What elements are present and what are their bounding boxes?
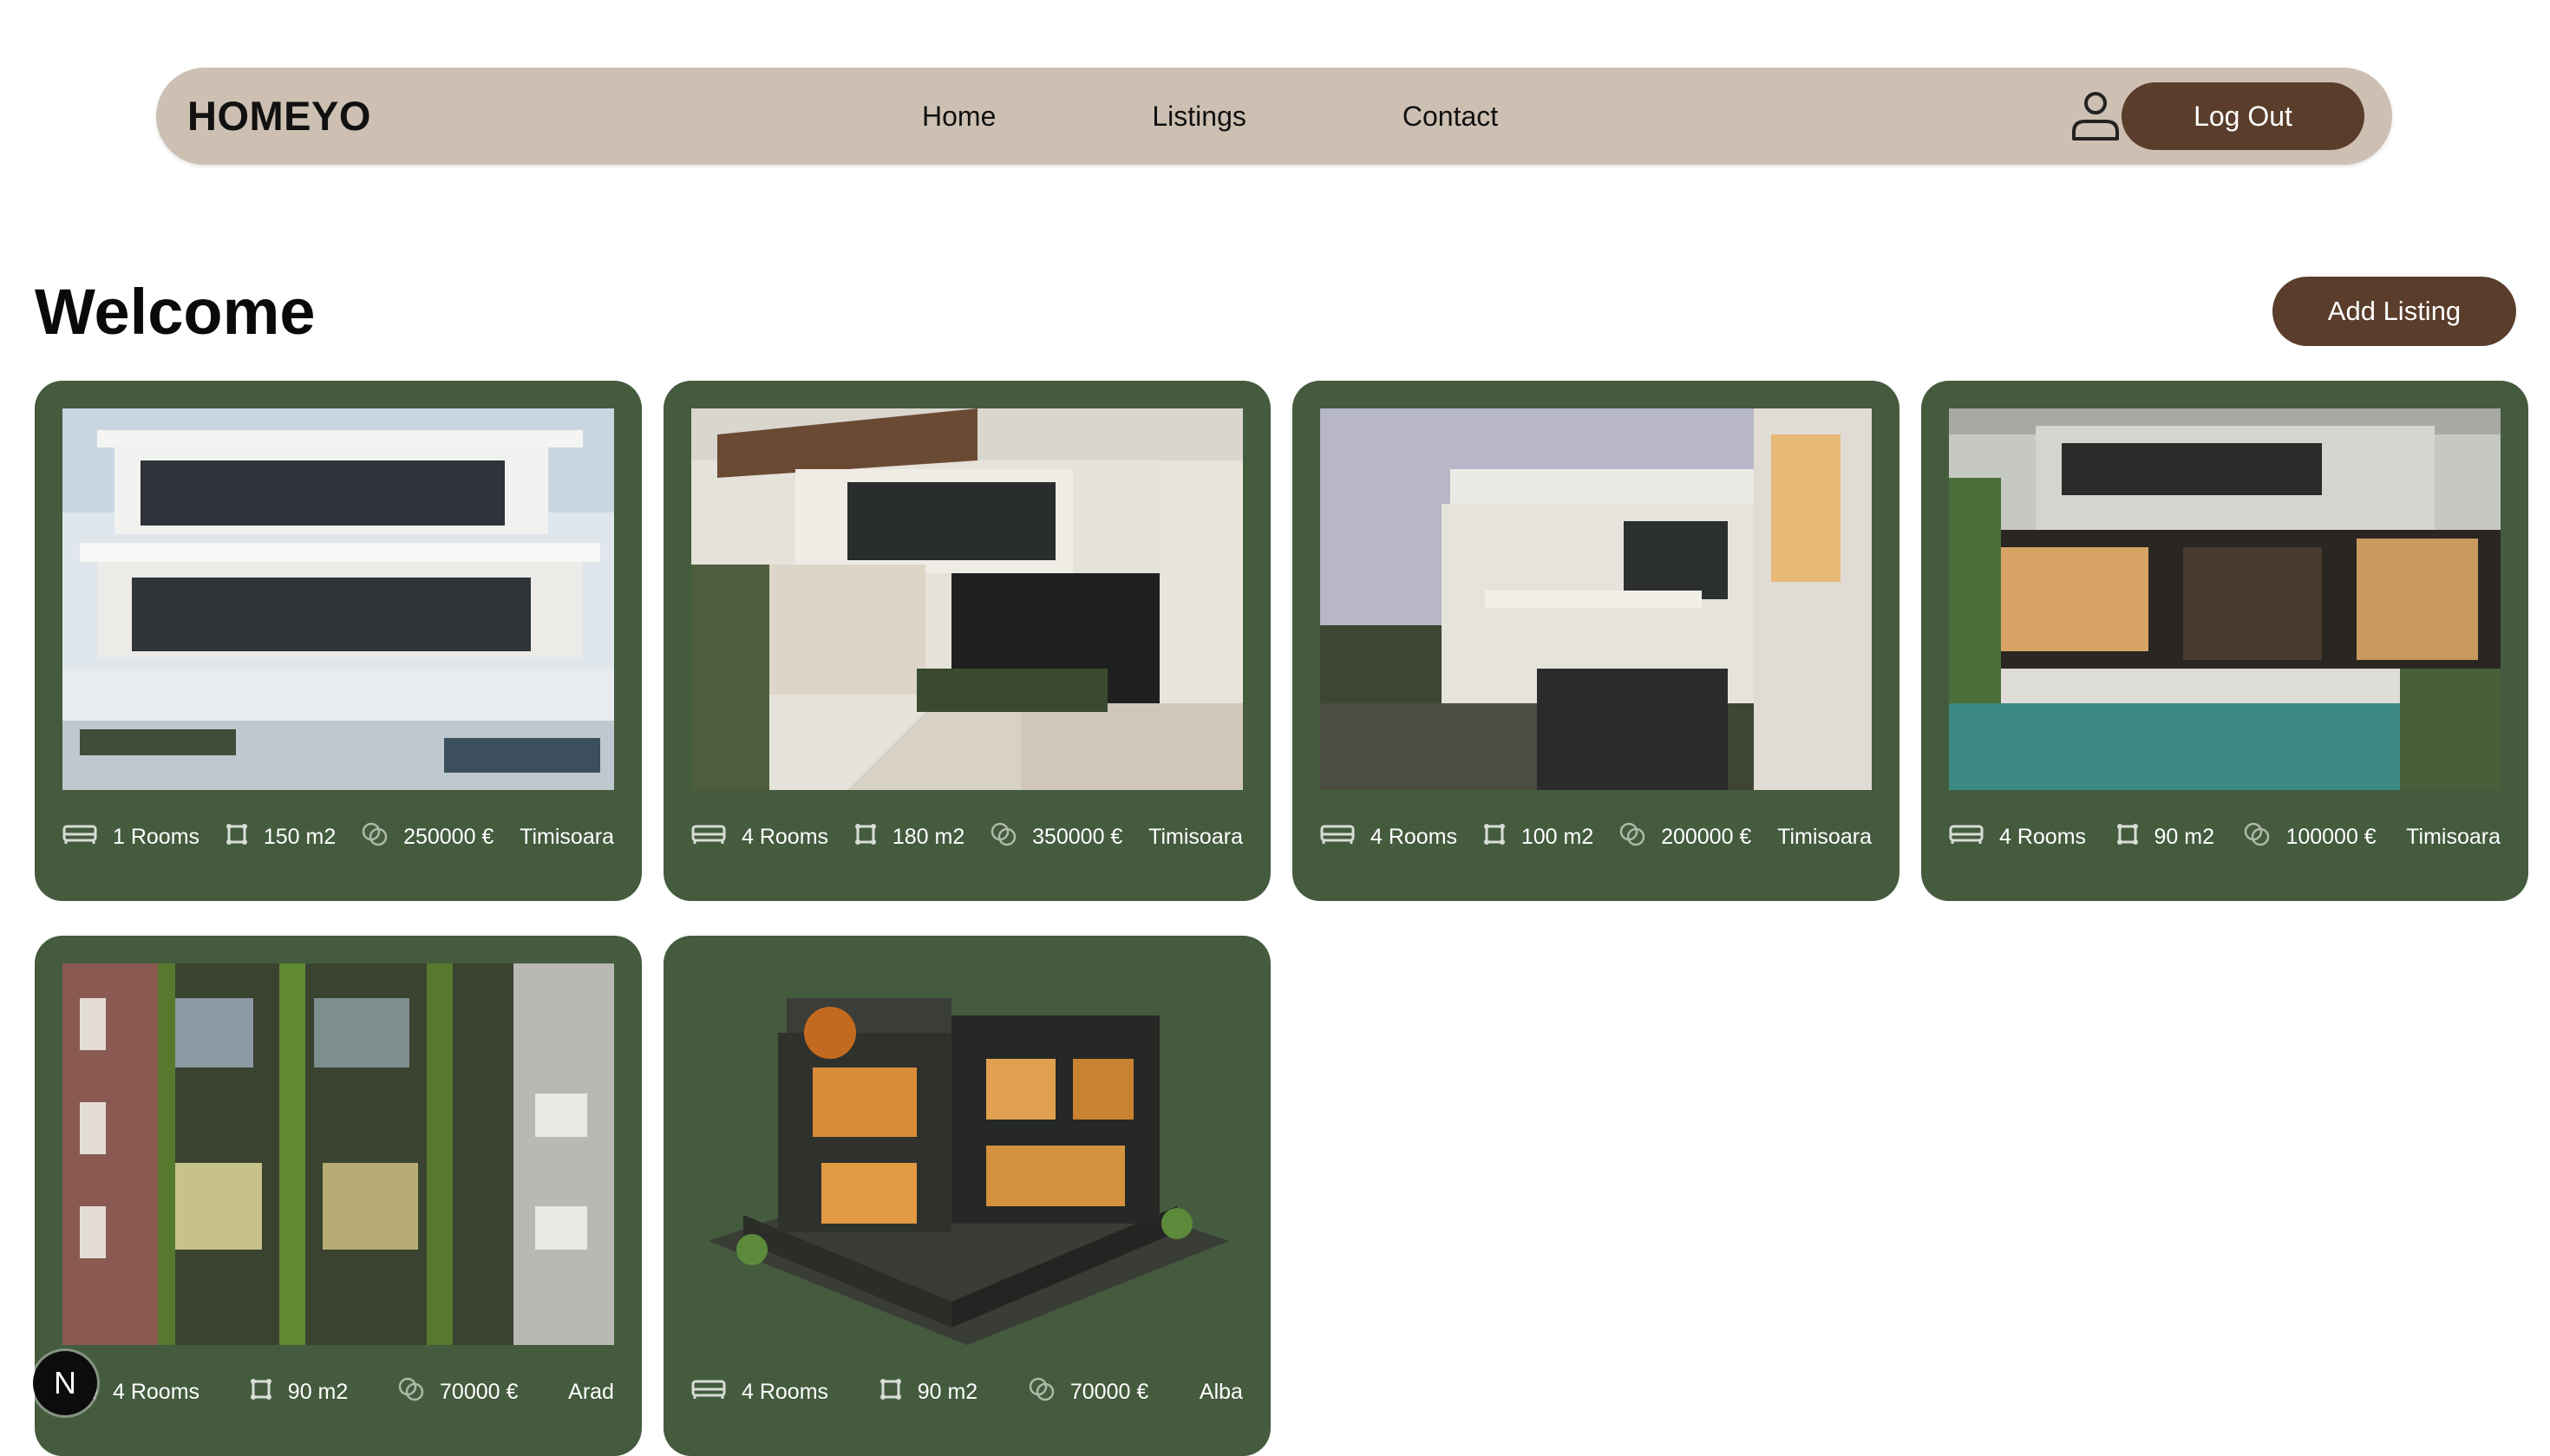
price-label: 100000 € <box>2285 824 2377 849</box>
listing-image <box>691 408 1243 790</box>
listing-image <box>1949 408 2501 790</box>
coins-icon <box>398 1377 424 1407</box>
listing-area: 150 m2 <box>226 823 336 852</box>
listing-card[interactable]: 4 Rooms 90 m2 70000 € Alba <box>664 936 1271 1456</box>
listing-card[interactable]: 4 Rooms 90 m2 70000 € Arad <box>35 936 642 1456</box>
bed-icon <box>691 824 726 851</box>
listing-card[interactable]: 4 Rooms 180 m2 350000 € Timisoara <box>664 381 1271 901</box>
nav-links: Home Listings Contact <box>922 68 1498 165</box>
listing-image <box>62 408 614 790</box>
listing-city: Timisoara <box>1148 824 1243 849</box>
listing-image <box>62 963 614 1345</box>
area-label: 100 m2 <box>1520 824 1594 849</box>
nav-link-listings[interactable]: Listings <box>1152 101 1246 133</box>
area-icon <box>854 823 877 852</box>
price-label: 70000 € <box>440 1379 519 1404</box>
listing-image <box>691 963 1243 1345</box>
logout-button[interactable]: Log Out <box>2122 82 2364 150</box>
area-icon <box>250 1378 272 1407</box>
listing-image <box>1320 408 1872 790</box>
area-icon <box>879 1378 902 1407</box>
rooms-label: 4 Rooms <box>742 1379 829 1404</box>
listing-rooms: 4 Rooms <box>691 824 828 851</box>
area-icon <box>226 823 248 852</box>
rooms-label: 1 Rooms <box>113 824 200 849</box>
coins-icon <box>1619 822 1645 852</box>
listing-price: 350000 € <box>991 822 1122 852</box>
rooms-label: 4 Rooms <box>1370 824 1458 849</box>
listing-rooms: 4 Rooms <box>691 1379 828 1406</box>
listing-price: 70000 € <box>1029 1377 1148 1407</box>
area-label: 180 m2 <box>892 824 965 849</box>
coins-icon <box>2244 822 2270 852</box>
listing-meta: 4 Rooms 100 m2 200000 € Timisoara <box>1320 790 1872 884</box>
nav-link-home[interactable]: Home <box>922 101 996 133</box>
coins-icon <box>362 822 388 852</box>
rooms-label: 4 Rooms <box>742 824 829 849</box>
area-icon <box>2116 823 2139 852</box>
area-label: 150 m2 <box>263 824 337 849</box>
listing-card[interactable]: 4 Rooms 100 m2 200000 € Timisoara <box>1292 381 1899 901</box>
listing-card[interactable]: 4 Rooms 90 m2 100000 € Timisoara <box>1921 381 2528 901</box>
listing-city: Timisoara <box>1777 824 1872 849</box>
listing-meta: 4 Rooms 180 m2 350000 € Timisoara <box>691 790 1243 884</box>
listing-rooms: 4 Rooms <box>1320 824 1457 851</box>
coins-icon <box>991 822 1017 852</box>
price-label: 70000 € <box>1069 1379 1149 1404</box>
coins-icon <box>1029 1377 1055 1407</box>
listing-rooms: 1 Rooms <box>62 824 199 851</box>
listing-price: 250000 € <box>362 822 494 852</box>
area-label: 90 m2 <box>2154 824 2214 849</box>
dev-tools-badge[interactable]: N <box>33 1351 97 1415</box>
price-label: 200000 € <box>1661 824 1752 849</box>
listing-meta: 4 Rooms 90 m2 70000 € Alba <box>691 1345 1243 1439</box>
user-icon[interactable] <box>2069 88 2122 144</box>
add-listing-button[interactable]: Add Listing <box>2272 277 2516 346</box>
bed-icon <box>1320 824 1355 851</box>
bed-icon <box>62 824 97 851</box>
listing-meta: 4 Rooms 90 m2 70000 € Arad <box>62 1345 614 1439</box>
listing-area: 100 m2 <box>1483 823 1593 852</box>
listing-city: Timisoara <box>520 824 614 849</box>
rooms-label: 4 Rooms <box>1999 824 2087 849</box>
navbar: HOMEYO Home Listings Contact Log Out <box>156 68 2392 165</box>
listing-area: 90 m2 <box>250 1378 348 1407</box>
area-label: 90 m2 <box>287 1379 349 1404</box>
brand-logo[interactable]: HOMEYO <box>187 68 371 165</box>
listing-meta: 4 Rooms 90 m2 100000 € Timisoara <box>1949 790 2501 884</box>
bed-icon <box>691 1379 726 1406</box>
page-title: Welcome <box>35 276 316 348</box>
rooms-label: 4 Rooms <box>113 1379 200 1404</box>
listing-area: 90 m2 <box>2116 823 2214 852</box>
listing-price: 200000 € <box>1619 822 1751 852</box>
area-icon <box>1483 823 1506 852</box>
area-label: 90 m2 <box>917 1379 978 1404</box>
listing-area: 90 m2 <box>879 1378 978 1407</box>
listing-price: 70000 € <box>398 1377 518 1407</box>
listing-rooms: 4 Rooms <box>1949 824 2086 851</box>
listing-card[interactable]: 1 Rooms 150 m2 250000 € Timisoara <box>35 381 642 901</box>
price-label: 250000 € <box>403 824 494 849</box>
listing-area: 180 m2 <box>854 823 964 852</box>
listing-city: Alba <box>1199 1379 1243 1404</box>
bed-icon <box>1949 824 1984 851</box>
listing-price: 100000 € <box>2244 822 2377 852</box>
listing-meta: 1 Rooms 150 m2 250000 € Timisoara <box>62 790 614 884</box>
nav-link-contact[interactable]: Contact <box>1402 101 1498 133</box>
listing-city: Timisoara <box>2406 824 2501 849</box>
listing-city: Arad <box>568 1379 614 1404</box>
price-label: 350000 € <box>1032 824 1123 849</box>
